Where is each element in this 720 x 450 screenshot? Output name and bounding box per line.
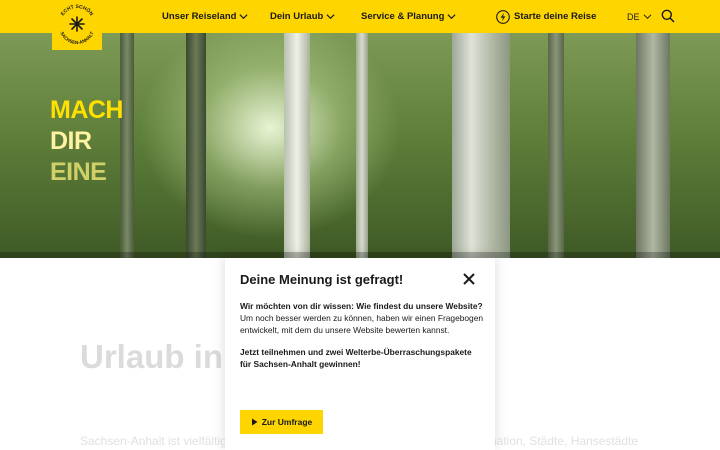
hero-headline-line: DIR xyxy=(50,127,92,155)
nav-item-dein-urlaub[interactable]: Dein Urlaub xyxy=(270,0,335,33)
logo-text-top: ECHT SCHÖN xyxy=(60,4,94,17)
sachsen-anhalt-logo[interactable]: ECHT SCHÖN SACHSEN-ANHALT xyxy=(52,0,102,50)
language-label: DE xyxy=(627,11,640,22)
chevron-down-icon xyxy=(643,12,652,21)
dialog-question: Wir möchten von dir wissen: Wie findest … xyxy=(240,301,483,311)
start-journey-link[interactable]: Starte deine Reise xyxy=(496,0,596,33)
nav-item-service-planung[interactable]: Service & Planung xyxy=(361,0,456,33)
svg-text:SACHSEN-ANHALT: SACHSEN-ANHALT xyxy=(59,31,94,45)
nav-item-unser-reiseland[interactable]: Unser Reiseland xyxy=(162,0,248,33)
logo-text-bottom: SACHSEN-ANHALT xyxy=(59,31,94,45)
nav-item-label: Unser Reiseland xyxy=(162,11,237,22)
search-icon xyxy=(661,9,675,23)
nav-item-label: Service & Planung xyxy=(361,11,445,22)
search-button[interactable] xyxy=(661,9,675,23)
chevron-down-icon xyxy=(447,12,456,21)
close-icon xyxy=(463,273,475,285)
nav-item-label: Dein Urlaub xyxy=(270,11,324,22)
dialog-title: Deine Meinung ist gefragt! xyxy=(240,272,404,287)
tree-trunk xyxy=(452,33,510,258)
language-selector[interactable]: DE xyxy=(627,0,652,33)
chevron-down-icon xyxy=(239,12,248,21)
top-navigation-bar: Unser Reiseland Dein Urlaub Service & Pl… xyxy=(0,0,720,33)
dialog-call-to-action: Jetzt teilnehmen und zwei Welterbe-Überr… xyxy=(240,346,472,369)
tree-trunk xyxy=(186,33,206,258)
close-button[interactable] xyxy=(463,273,475,285)
play-arrow-icon xyxy=(251,418,258,426)
hero-headline-line: MACH xyxy=(50,96,124,124)
dialog-description: Um noch besser werden zu können, haben w… xyxy=(240,313,484,336)
dialog-body: Wir möchten von dir wissen: Wie findest … xyxy=(240,300,485,370)
feedback-survey-dialog: Deine Meinung ist gefragt! Wir möchten v… xyxy=(225,258,495,450)
hero-headline-line: EINE xyxy=(50,158,107,186)
tree-trunk xyxy=(548,33,564,258)
survey-button[interactable]: Zur Umfrage xyxy=(240,410,323,434)
tree-trunk xyxy=(356,33,368,258)
survey-button-label: Zur Umfrage xyxy=(261,417,313,427)
tree-trunk xyxy=(284,33,310,258)
sun-icon xyxy=(69,16,85,32)
svg-text:ECHT SCHÖN: ECHT SCHÖN xyxy=(60,4,94,17)
tree-trunk xyxy=(636,33,670,258)
hero-video: MACH DIR EINE xyxy=(0,33,720,258)
tree-trunk xyxy=(120,33,134,258)
lightning-icon xyxy=(496,9,510,24)
chevron-down-icon xyxy=(326,12,335,21)
start-journey-label: Starte deine Reise xyxy=(514,11,597,22)
